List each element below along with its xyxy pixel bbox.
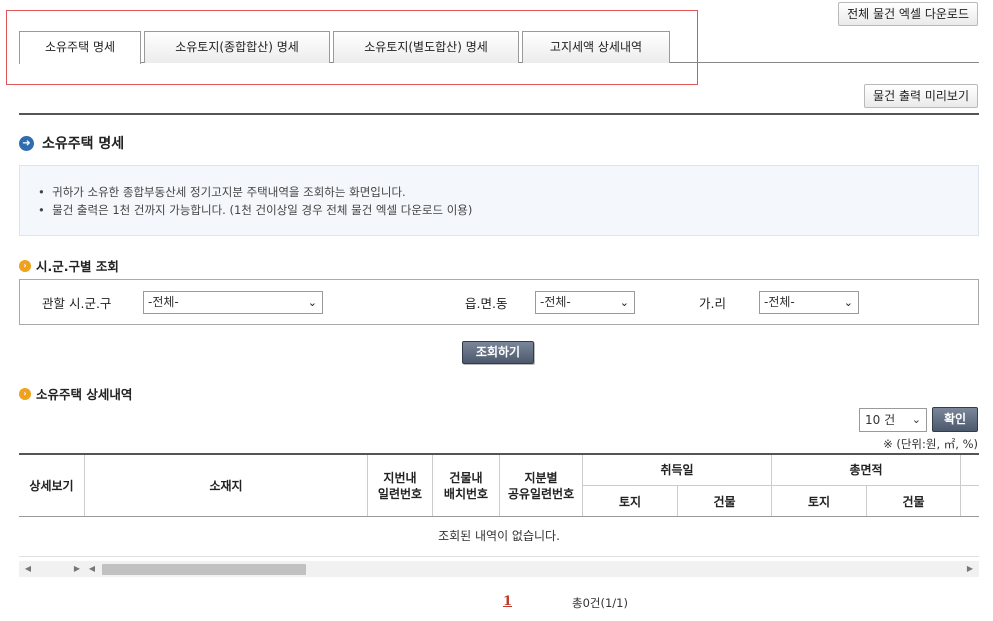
eupmyeondong-select[interactable]: -전체- ⌄ xyxy=(535,291,635,314)
tab-land-separate[interactable]: 소유토지(별도합산) 명세 xyxy=(333,31,519,63)
page-size-select[interactable]: 10 건 ⌄ xyxy=(859,408,927,432)
unit-note: ※ (단위:원, ㎡, %) xyxy=(883,437,978,451)
chevron-down-icon: ⌄ xyxy=(307,296,317,309)
tab-bar: 소유주택 명세 소유토지(종합합산) 명세 소유토지(별도합산) 명세 고지세액… xyxy=(19,31,979,64)
gari-value: -전체- xyxy=(764,295,795,309)
chevron-down-icon: ⌄ xyxy=(619,296,629,309)
confirm-button[interactable]: 확인 xyxy=(932,407,978,432)
col-divider xyxy=(960,455,961,516)
sigungu-select[interactable]: -전체- ⌄ xyxy=(143,291,323,314)
filter-title: › 시.군.구별 조회 xyxy=(19,256,119,275)
scroll-thumb[interactable] xyxy=(102,564,306,575)
scroll-right-icon[interactable]: ▶ xyxy=(963,561,977,577)
chevron-down-icon: ⌄ xyxy=(911,413,921,426)
tab-tax-details[interactable]: 고지세액 상세내역 xyxy=(522,31,670,63)
col-divider xyxy=(367,455,368,516)
col-divider xyxy=(771,455,772,516)
section-title: ➜ 소유주택 명세 xyxy=(19,133,124,153)
scroll-right-icon[interactable]: ▶ xyxy=(70,561,84,577)
tab-owned-housing[interactable]: 소유주택 명세 xyxy=(19,31,141,64)
col-acq-building: 건물 xyxy=(713,494,736,509)
col-divider xyxy=(499,455,500,516)
page-size-value: 10 건 xyxy=(865,413,896,427)
print-preview-button[interactable]: 물건 출력 미리보기 xyxy=(864,84,978,108)
details-table-header: 상세보기 소재지 지번내 일련번호 건물내 배치번호 지분별 공유일련번호 취득… xyxy=(19,453,979,517)
horizontal-scrollbar[interactable]: ◀ ▶ ◀ ▶ xyxy=(19,561,979,577)
details-title: › 소유주택 상세내역 xyxy=(19,384,132,403)
search-box: 관할 시.군.구 -전체- ⌄ 읍.면.동 -전체- ⌄ 가.리 -전체- ⌄ xyxy=(19,279,979,325)
col-share-serial: 지분별 공유일련번호 xyxy=(507,471,575,501)
tab-land-comprehensive[interactable]: 소유토지(종합합산) 명세 xyxy=(144,31,330,63)
details-title-text: 소유주택 상세내역 xyxy=(36,387,133,402)
gari-select[interactable]: -전체- ⌄ xyxy=(759,291,859,314)
info-box: • 귀하가 소유한 종합부동산세 정기고지분 주택내역을 조회하는 화면입니다.… xyxy=(19,165,979,236)
sigungu-value: -전체- xyxy=(148,295,179,309)
scroll-left-icon[interactable]: ◀ xyxy=(21,561,35,577)
col-divider xyxy=(866,486,867,516)
col-area-building: 건물 xyxy=(902,494,925,509)
page-number[interactable]: 1 xyxy=(503,594,512,609)
col-acq-date: 취득일 xyxy=(660,463,694,477)
col-divider xyxy=(582,455,583,516)
col-location: 소재지 xyxy=(209,479,243,493)
scroll-left-icon[interactable]: ◀ xyxy=(85,561,99,577)
notice-line: • 물건 출력은 1천 건까지 가능합니다. (1천 건이상일 경우 전체 물건… xyxy=(38,203,473,217)
notice-line: • 귀하가 소유한 종합부동산세 정기고지분 주택내역을 조회하는 화면입니다. xyxy=(38,185,406,199)
col-view: 상세보기 xyxy=(29,479,74,493)
section-title-text: 소유주택 명세 xyxy=(42,136,125,152)
gari-label: 가.리 xyxy=(699,296,726,311)
empty-message: 조회된 내역이 없습니다. xyxy=(19,517,979,557)
excel-download-button[interactable]: 전체 물건 엑셀 다운로드 xyxy=(838,2,978,26)
col-lot-serial: 지번내 일련번호 xyxy=(377,471,423,501)
col-area-land: 토지 xyxy=(807,494,831,509)
sigungu-label: 관할 시.군.구 xyxy=(42,296,112,311)
bullet-arrow-icon: › xyxy=(19,259,31,272)
row-divider xyxy=(582,485,979,486)
col-total-area: 총면적 xyxy=(849,463,883,477)
total-count: 총0건(1/1) xyxy=(572,596,628,610)
bullet-arrow-icon: › xyxy=(19,387,31,400)
eupmyeondong-value: -전체- xyxy=(540,295,571,309)
col-divider xyxy=(84,455,85,516)
col-acq-land: 토지 xyxy=(618,494,642,509)
col-divider xyxy=(432,455,433,516)
col-divider xyxy=(677,486,678,516)
search-button[interactable]: 조회하기 xyxy=(462,341,534,364)
arrow-circle-icon: ➜ xyxy=(19,135,34,151)
eupmyeondong-label: 읍.면.동 xyxy=(465,296,508,311)
filter-title-text: 시.군.구별 조회 xyxy=(36,259,119,274)
chevron-down-icon: ⌄ xyxy=(843,296,853,309)
divider xyxy=(19,113,979,115)
col-building-serial: 건물내 배치번호 xyxy=(443,471,489,501)
